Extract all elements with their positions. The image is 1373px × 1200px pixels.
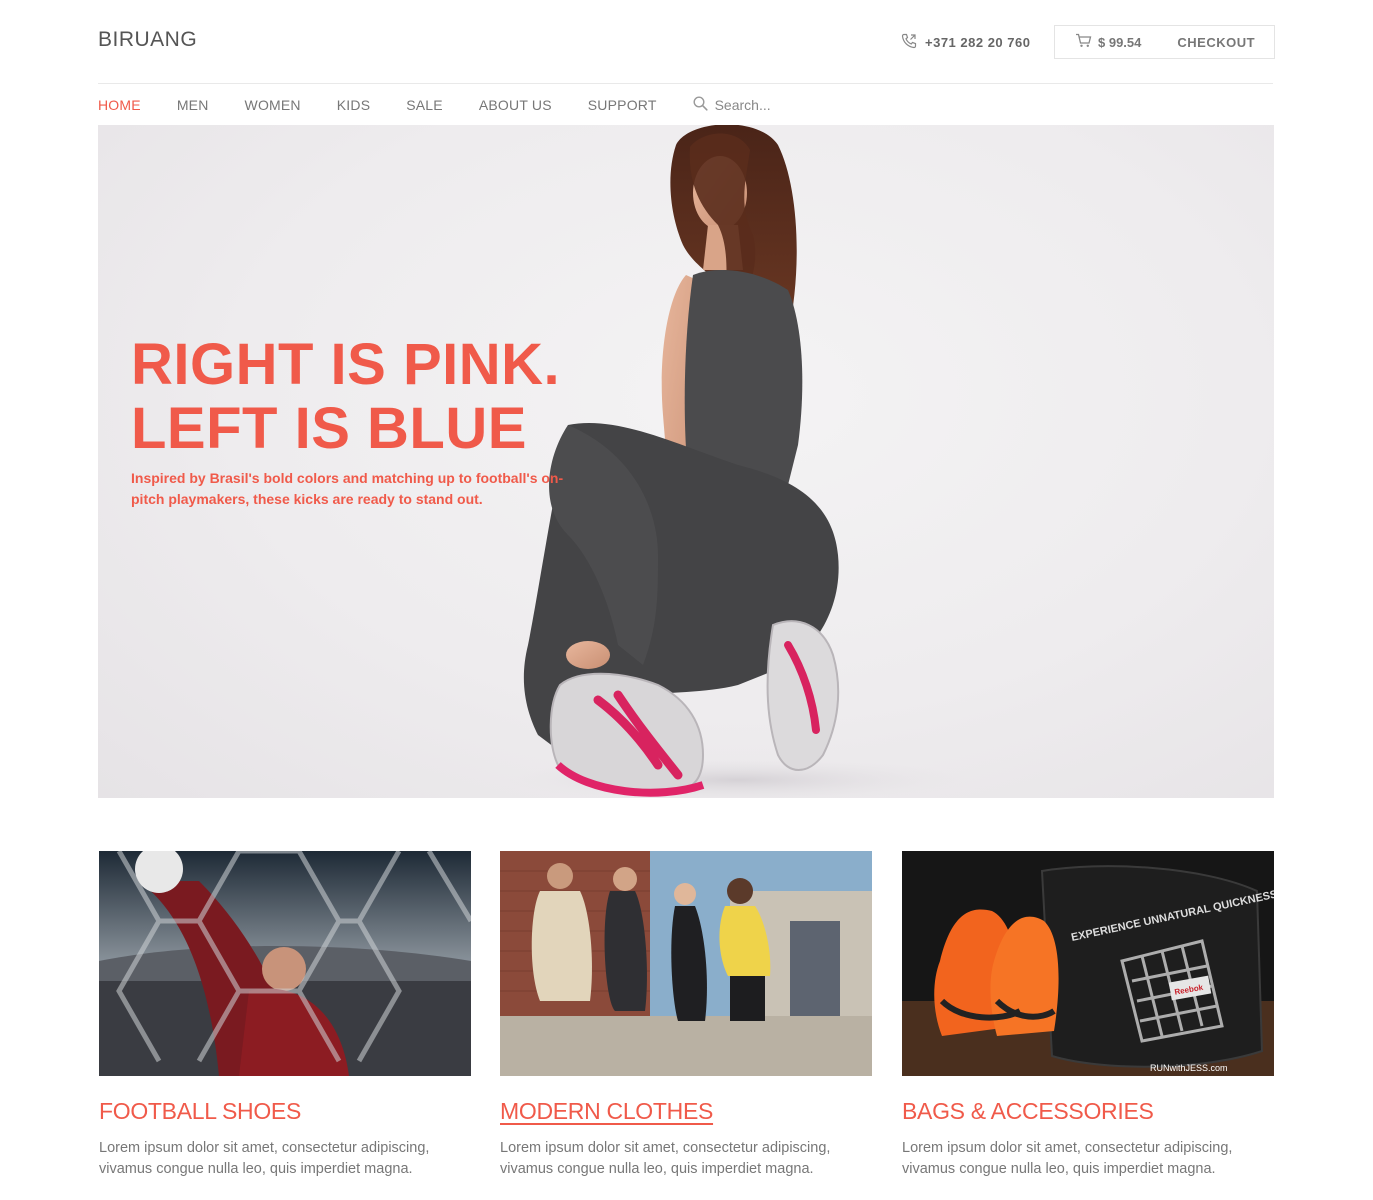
- cart-summary[interactable]: $ 99.54: [1075, 33, 1141, 51]
- modern-clothes-image[interactable]: [500, 851, 872, 1076]
- category-card-clothes: MODERN CLOTHES Lorem ipsum dolor sit ame…: [500, 851, 872, 1180]
- cart-total: $ 99.54: [1098, 34, 1142, 50]
- header-divider: [98, 83, 1273, 84]
- nav-item-kids[interactable]: KIDS: [337, 97, 370, 113]
- card-text-football-shoes: Lorem ipsum dolor sit amet, consectetur …: [99, 1140, 430, 1177]
- hero-title: RIGHT IS PINK. LEFT IS BLUE: [131, 333, 560, 461]
- card-text-modern-clothes: Lorem ipsum dolor sit amet, consectetur …: [500, 1140, 831, 1177]
- cart-box: $ 99.54 CHECKOUT: [1054, 25, 1275, 59]
- nav-item-men[interactable]: MEN: [177, 97, 209, 113]
- card-title-bags-accessories[interactable]: BAGS & ACCESSORIES: [902, 1098, 1154, 1125]
- cart-icon: [1075, 33, 1092, 51]
- hero-subtitle: Inspired by Brasil's bold colors and mat…: [131, 470, 564, 507]
- phone-contact[interactable]: +371 282 20 760: [901, 33, 1030, 52]
- category-card-bags: EXPERIENCE UNNATURAL QUICKNESS. Reebok R…: [902, 851, 1274, 1180]
- phone-number: +371 282 20 760: [925, 35, 1031, 50]
- card-title-modern-clothes[interactable]: MODERN CLOTHES: [500, 1098, 713, 1125]
- nav-item-women[interactable]: WOMEN: [245, 97, 301, 113]
- checkout-button[interactable]: CHECKOUT: [1177, 35, 1255, 50]
- nav-item-support[interactable]: SUPPORT: [588, 97, 657, 113]
- hero-title-line-2: LEFT IS BLUE: [131, 396, 527, 461]
- main-nav: HOME MEN WOMEN KIDS SALE ABOUT US SUPPOR…: [98, 96, 835, 114]
- card-title-football-shoes[interactable]: FOOTBALL SHOES: [99, 1098, 301, 1125]
- card-text-bags-accessories: Lorem ipsum dolor sit amet, consectetur …: [902, 1140, 1233, 1177]
- category-card-football: FOOTBALL SHOES Lorem ipsum dolor sit ame…: [99, 851, 471, 1180]
- hero-model-image: [508, 125, 968, 798]
- hero-banner[interactable]: RIGHT IS PINK. LEFT IS BLUE Inspired by B…: [98, 125, 1274, 798]
- nav-item-home[interactable]: HOME: [98, 97, 141, 113]
- search-icon[interactable]: [693, 96, 708, 114]
- search-input[interactable]: [714, 97, 835, 113]
- brand-logo[interactable]: BIRUANG: [98, 28, 197, 52]
- search-box: [693, 96, 835, 114]
- phone-icon: [901, 33, 917, 52]
- bags-accessories-image[interactable]: EXPERIENCE UNNATURAL QUICKNESS. Reebok R…: [902, 851, 1274, 1076]
- football-shoes-image[interactable]: [99, 851, 471, 1076]
- nav-item-sale[interactable]: SALE: [406, 97, 443, 113]
- nav-item-about-us[interactable]: ABOUT US: [479, 97, 552, 113]
- hero-title-line-1: RIGHT IS PINK.: [131, 332, 561, 397]
- image-watermark: RUNwithJESS.com: [1150, 1063, 1228, 1073]
